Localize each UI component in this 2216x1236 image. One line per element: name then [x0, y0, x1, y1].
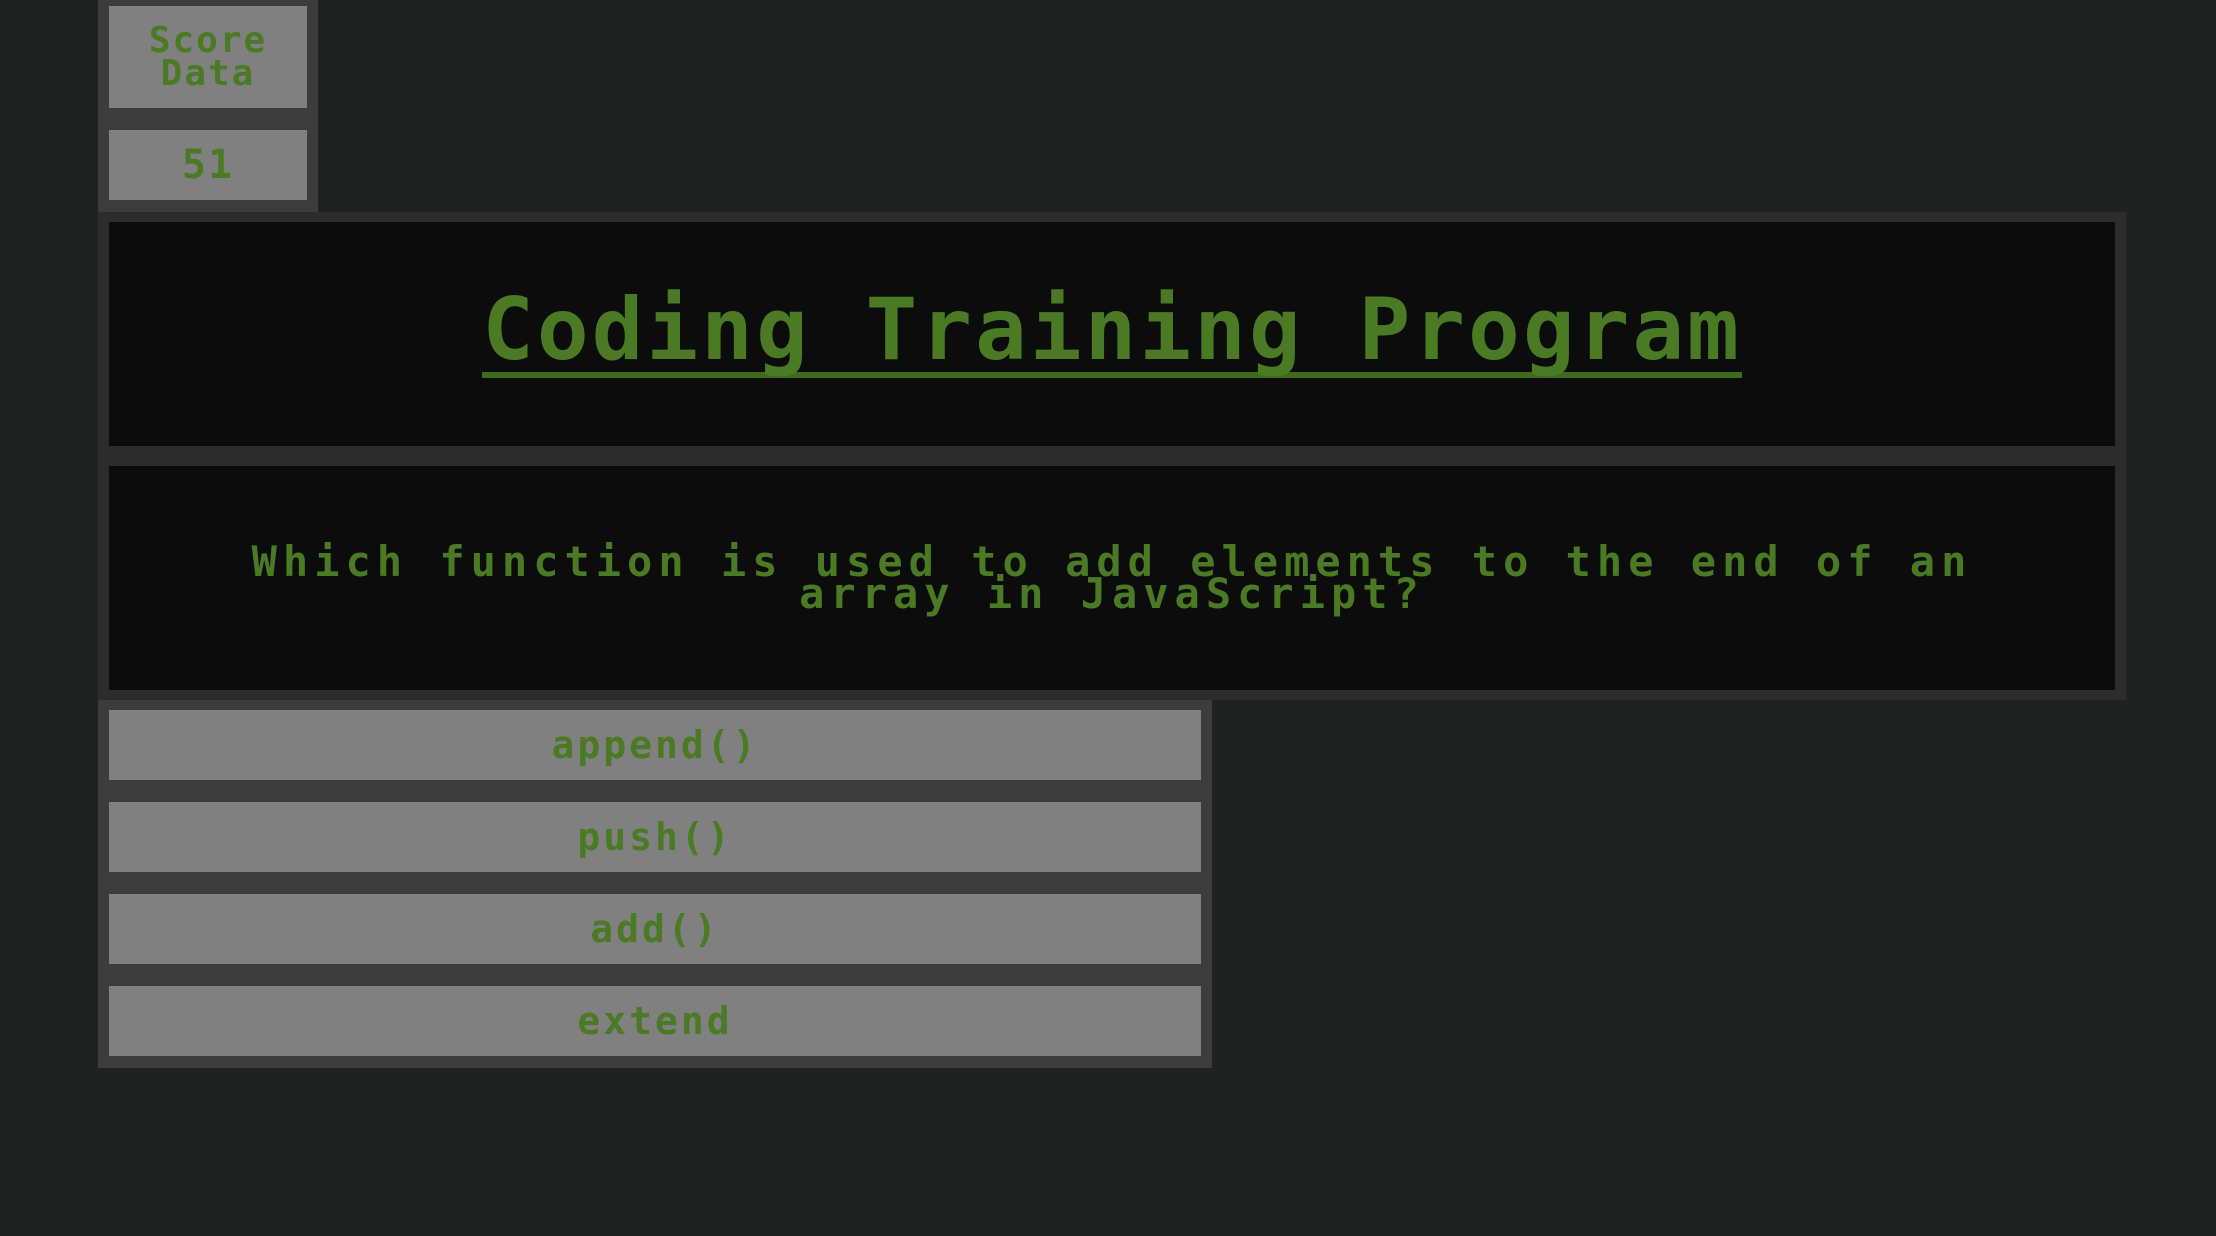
score-value: 51	[109, 130, 307, 200]
title-panel: Coding Training Program	[109, 222, 2115, 446]
page-title: Coding Training Program	[482, 280, 1742, 380]
answer-button-push[interactable]: push()	[109, 802, 1201, 872]
quiz-frame: Coding Training Program Which function i…	[98, 212, 2126, 700]
score-panel: Score Data 51	[98, 0, 318, 212]
answers-panel: append() push() add() extend	[98, 700, 1212, 1068]
answer-button-append[interactable]: append()	[109, 710, 1201, 780]
score-label: Score Data	[109, 6, 307, 108]
question-panel: Which function is used to add elements t…	[109, 466, 2115, 690]
answer-button-extend[interactable]: extend	[109, 986, 1201, 1056]
answer-button-add[interactable]: add()	[109, 894, 1201, 964]
question-text: Which function is used to add elements t…	[251, 537, 1973, 618]
